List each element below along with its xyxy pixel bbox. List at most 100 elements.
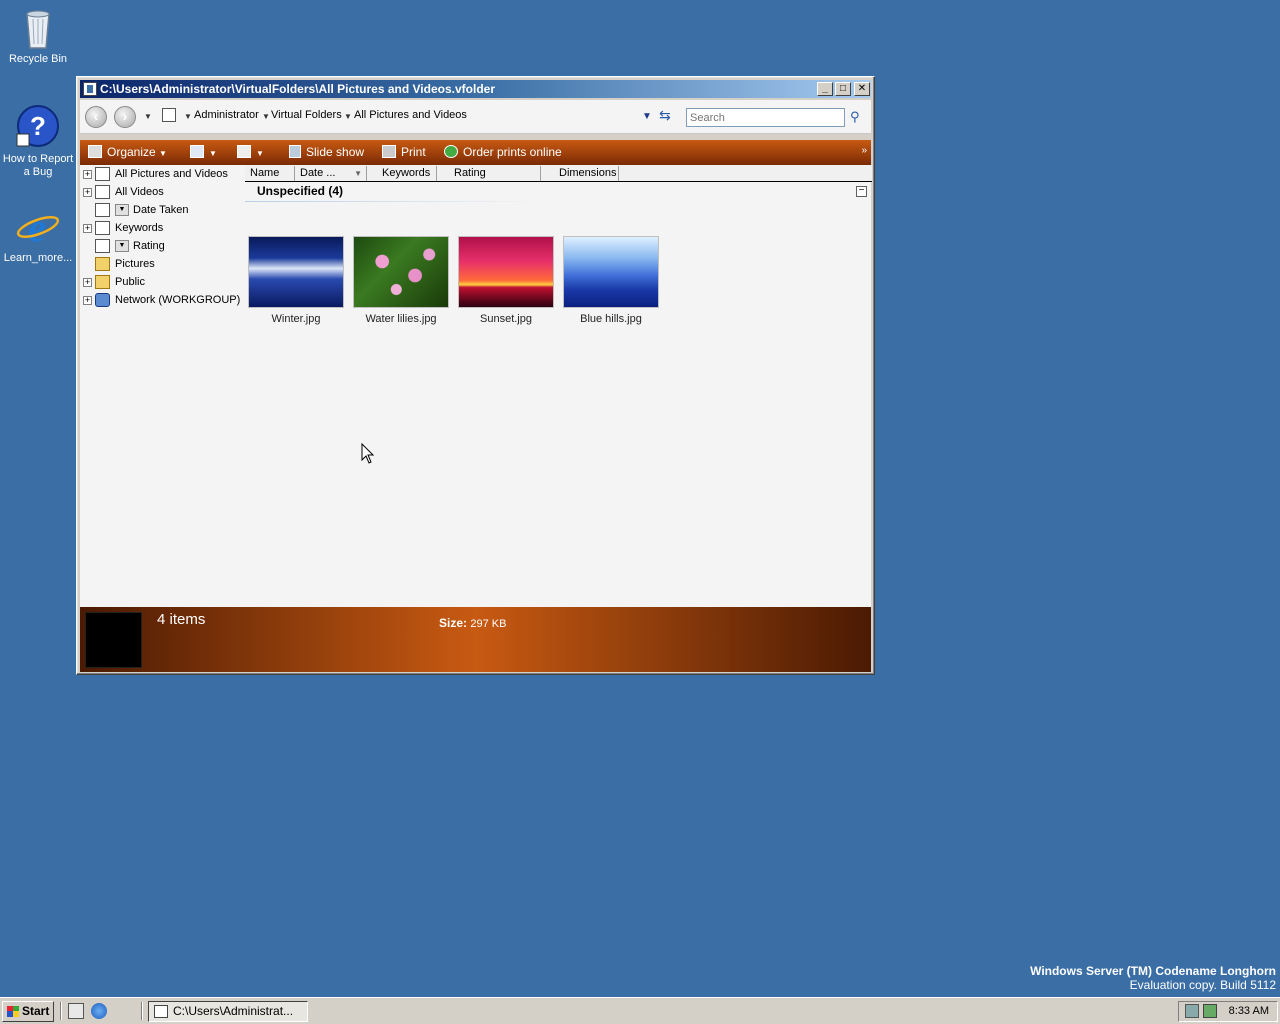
expand-icon[interactable]: + [83, 278, 92, 287]
taskbar: Start C:\Users\Administrat... 8:33 AM [0, 997, 1280, 1024]
breadcrumb-administrator[interactable]: Administrator [194, 109, 259, 121]
search-input[interactable] [686, 108, 845, 127]
breadcrumb-all-pictures[interactable]: All Pictures and Videos [354, 109, 467, 121]
virtual-folder-icon [95, 221, 110, 235]
details-pane: 4 items Size: 297 KB [80, 607, 871, 672]
svg-text:e: e [28, 205, 46, 249]
column-header-name[interactable]: Name [245, 166, 295, 181]
organize-icon [88, 145, 102, 158]
windows-logo-icon [7, 1006, 19, 1017]
desktop-icon-label: Recycle Bin [8, 53, 68, 65]
layout-button[interactable]: ▼ [237, 145, 264, 159]
filter-dropdown-icon[interactable]: ▼ [115, 204, 129, 216]
folder-icon [95, 257, 110, 271]
internet-explorer-quicklaunch-icon[interactable] [91, 1003, 107, 1019]
breadcrumb-separator-icon[interactable]: ▼ [344, 112, 352, 121]
desktop-icon-label: Learn_more... [3, 252, 73, 264]
explorer-window: C:\Users\Administrator\VirtualFolders\Al… [76, 76, 875, 675]
print-button[interactable]: Print [382, 145, 426, 159]
recycle-bin-icon [15, 4, 61, 50]
organize-label: Organize [107, 145, 156, 159]
file-name: Winter.jpg [271, 313, 321, 325]
preview-thumbnail [85, 612, 142, 668]
globe-icon [444, 145, 458, 158]
tree-item-label: Network (WORKGROUP) [115, 294, 241, 306]
navigation-tree: + All Pictures and Videos + All Videos ▼… [80, 165, 243, 607]
printer-icon [382, 145, 396, 158]
start-button[interactable]: Start [2, 1001, 54, 1022]
tree-item-label: Date Taken [133, 204, 189, 216]
size-label: Size: [439, 616, 468, 630]
back-button[interactable]: ‹ [85, 106, 107, 128]
order-prints-label: Order prints online [463, 145, 562, 159]
root-dropdown-icon[interactable]: ▼ [184, 112, 192, 121]
file-item[interactable]: Blue hills.jpg [563, 236, 659, 325]
taskbar-item-explorer[interactable]: C:\Users\Administrat... [148, 1001, 308, 1022]
tree-item-label: Public [115, 276, 145, 288]
layout-icon [237, 145, 251, 158]
clock[interactable]: 8:33 AM [1229, 1005, 1269, 1017]
file-list-pane: Name Date ... ▼ Keywords Rating Dimensio… [243, 165, 872, 607]
expand-icon[interactable]: + [83, 296, 92, 305]
collapse-group-icon[interactable]: − [856, 186, 867, 197]
sunset-thumbnail [458, 236, 554, 308]
folder-icon [95, 275, 110, 289]
expand-icon[interactable]: + [83, 224, 92, 233]
desktop-icon-recycle-bin[interactable]: Recycle Bin [0, 4, 76, 66]
group-header[interactable]: Unspecified (4) [257, 184, 343, 198]
maximize-button[interactable]: □ [835, 82, 851, 96]
virtual-folder-icon [95, 185, 110, 199]
views-button[interactable]: ▼ [190, 145, 217, 159]
items-count: 4 items [157, 611, 206, 628]
print-label: Print [401, 145, 426, 159]
os-watermark: Windows Server (TM) Codename Longhorn Ev… [1030, 964, 1276, 992]
views-icon [190, 145, 204, 158]
history-dropdown-icon[interactable]: ▼ [144, 112, 152, 121]
breadcrumb-virtual-folders[interactable]: Virtual Folders [271, 109, 342, 121]
organize-button[interactable]: Organize ▼ [88, 145, 167, 159]
more-commands-button[interactable]: » [861, 145, 867, 156]
desktop-icon-label: How to Report a Bug [2, 153, 74, 178]
forward-button[interactable]: › [114, 106, 136, 128]
slideshow-label: Slide show [306, 145, 365, 159]
virtual-folder-icon [95, 203, 110, 217]
column-header-rating[interactable]: Rating [449, 166, 541, 181]
filter-dropdown-icon[interactable]: ▼ [115, 240, 129, 252]
expand-icon[interactable]: + [83, 170, 92, 179]
search-icon[interactable]: ⚲ [850, 109, 866, 125]
desktop-icon-report-bug[interactable]: ? How to Report a Bug [0, 104, 76, 179]
show-desktop-icon[interactable] [68, 1003, 84, 1019]
close-button[interactable]: ✕ [854, 82, 870, 96]
desktop-icon-learn-more[interactable]: e Learn_more... [0, 203, 76, 265]
location-icon [162, 108, 176, 122]
column-header-dimensions[interactable]: Dimensions [554, 166, 619, 181]
window-titlebar[interactable]: C:\Users\Administrator\VirtualFolders\Al… [80, 80, 871, 98]
water-lilies-thumbnail [353, 236, 449, 308]
security-tray-icon[interactable] [1203, 1004, 1217, 1018]
file-item[interactable]: Water lilies.jpg [353, 236, 449, 325]
breadcrumb-separator-icon[interactable]: ▼ [262, 112, 270, 121]
network-tray-icon[interactable] [1185, 1004, 1199, 1018]
command-bar: Organize ▼ ▼ ▼ Slide show Print Order pr… [80, 140, 871, 165]
column-header-keywords[interactable]: Keywords [377, 166, 437, 181]
address-dropdown-icon[interactable]: ▼ [642, 111, 652, 122]
tree-item-label: Pictures [115, 258, 155, 270]
order-prints-button[interactable]: Order prints online [444, 145, 562, 159]
minimize-button[interactable]: _ [817, 82, 833, 96]
mouse-cursor-icon [361, 443, 375, 464]
slideshow-button[interactable]: Slide show [289, 145, 364, 159]
refresh-icon[interactable]: ⇆ [659, 107, 671, 124]
blue-hills-thumbnail [563, 236, 659, 308]
file-item[interactable]: Sunset.jpg [458, 236, 554, 325]
expand-icon[interactable]: + [83, 188, 92, 197]
slideshow-icon [289, 145, 301, 158]
virtual-folder-icon [95, 167, 110, 181]
tasks-separator [141, 1002, 143, 1020]
tree-item-label: All Pictures and Videos [115, 168, 228, 180]
sort-dropdown-icon[interactable]: ▼ [354, 166, 362, 181]
file-name: Blue hills.jpg [580, 313, 642, 325]
quicklaunch-separator [60, 1002, 62, 1020]
os-build: Evaluation copy. Build 5112 [1129, 978, 1276, 992]
column-header-date[interactable]: Date ... ▼ [295, 166, 367, 181]
file-item[interactable]: Winter.jpg [248, 236, 344, 325]
